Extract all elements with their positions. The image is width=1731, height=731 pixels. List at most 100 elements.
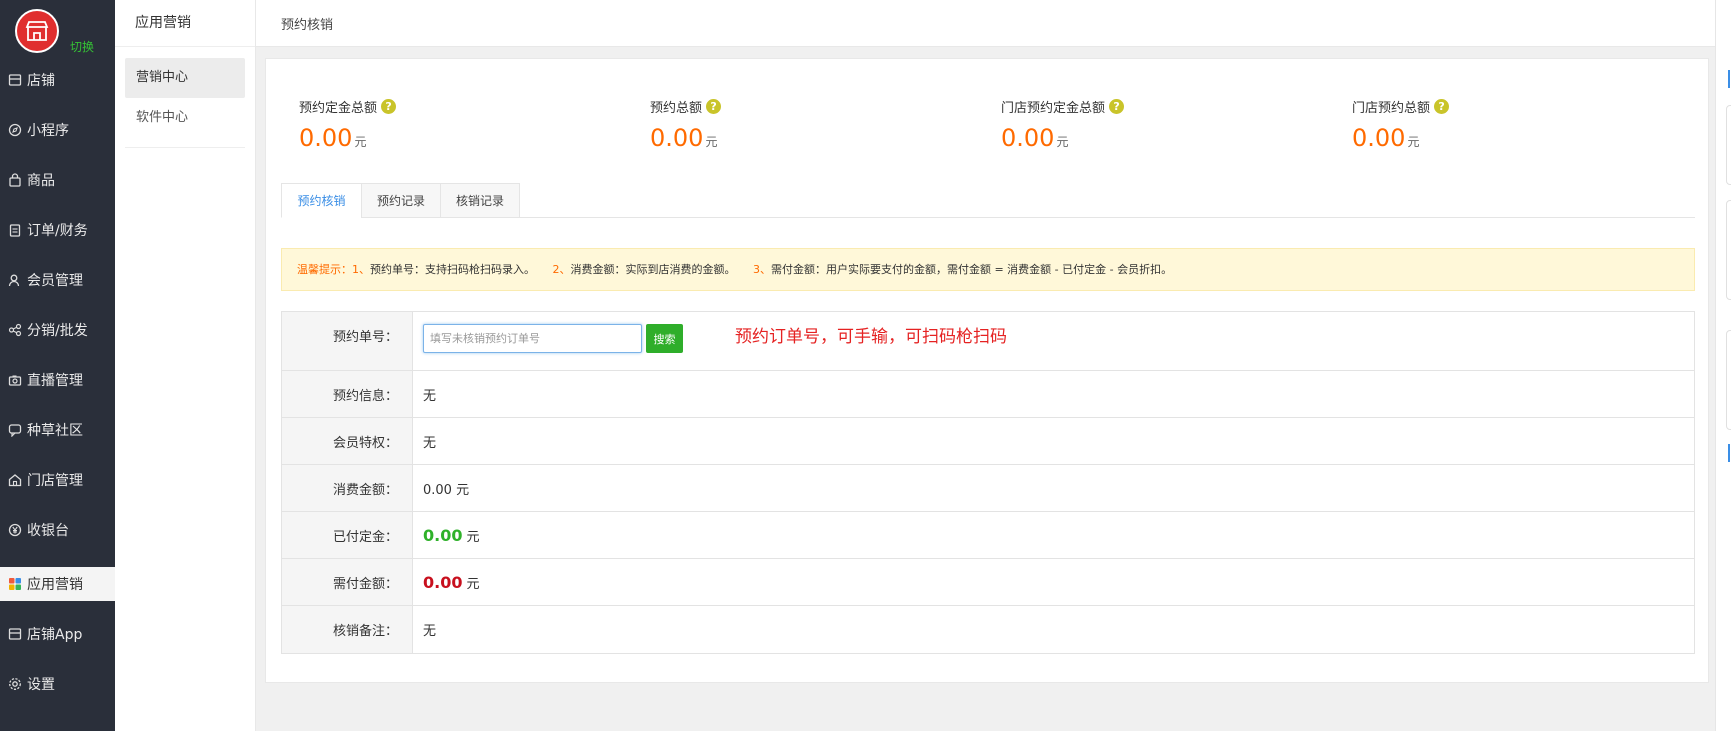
bag-icon (8, 173, 22, 187)
rail-marker (1728, 70, 1730, 88)
page-header: 预约核销 (256, 0, 1715, 47)
sidebar-item-live[interactable]: 直播管理 (0, 363, 115, 397)
sidebar-item-label: 收银台 (27, 523, 69, 539)
compass-icon (8, 123, 22, 137)
subnav-title: 应用营销 (115, 0, 255, 47)
apps-icon (8, 577, 22, 591)
sidebar-item-label: 种草社区 (27, 423, 83, 439)
form-row-due-amount: 需付金额： 0.00 元 (282, 559, 1694, 606)
stat-value: 0.00 (650, 124, 704, 152)
help-icon[interactable]: ? (1434, 99, 1450, 114)
sidebar-item-label: 店铺App (27, 627, 83, 643)
rail-marker (1728, 444, 1730, 462)
tab-reservation-records[interactable]: 预约记录 (361, 183, 441, 218)
stat-store-reservation-total: 门店预约总额 ? 0.00 元 (1352, 97, 1672, 152)
stat-unit: 元 (1056, 135, 1069, 149)
form-row-remark: 核销备注： 无 (282, 606, 1694, 653)
stat-deposit-total: 预约定金总额 ? 0.00 元 (299, 97, 619, 152)
sidebar-item-settings[interactable]: 设置 (0, 667, 115, 701)
field-value: 搜索 预约订单号，可手输，可扫码枪扫码 (413, 312, 1694, 370)
sidebar-item-distribution[interactable]: 分销/批发 (0, 313, 115, 347)
gear-icon (8, 677, 22, 691)
tip-number: 1、 (352, 263, 370, 276)
sidebar-item-members[interactable]: 会员管理 (0, 263, 115, 297)
form-row-paid-deposit: 已付定金： 0.00 元 (282, 512, 1694, 559)
stat-label: 门店预约总额 (1352, 101, 1431, 116)
stat-label-wrap: 门店预约总额 ? (1352, 97, 1672, 116)
field-label: 需付金额： (282, 559, 413, 605)
tab-verify-records[interactable]: 核销记录 (440, 183, 520, 218)
stat-label: 门店预约定金总额 (1001, 101, 1106, 116)
chat-icon (8, 423, 22, 437)
brand-area: 切换 (0, 0, 115, 62)
stat-label-wrap: 预约定金总额 ? (299, 97, 619, 116)
paid-deposit-value: 0.00 (423, 525, 463, 545)
switch-link[interactable]: 切换 (70, 38, 94, 55)
sidebar-item-label: 直播管理 (27, 373, 83, 389)
clipboard-icon (8, 223, 22, 237)
tip-text: 预约单号：支持扫码枪扫码录入。 (370, 263, 535, 276)
share-icon (8, 323, 22, 337)
annotation-text: 预约订单号，可手输，可扫码枪扫码 (735, 327, 1007, 347)
help-icon[interactable]: ? (381, 99, 397, 114)
rail-card[interactable] (1726, 330, 1731, 430)
help-icon[interactable]: ? (1109, 99, 1125, 114)
sidebar-item-marketing[interactable]: 应用营销 (0, 567, 115, 601)
tab-verify[interactable]: 预约核销 (281, 183, 362, 218)
sidebar-item-store[interactable]: 店铺 (0, 63, 115, 97)
field-value: 无 (423, 435, 437, 451)
sidebar-item-community[interactable]: 种草社区 (0, 413, 115, 447)
sidebar-item-store-app[interactable]: 店铺App (0, 617, 115, 651)
form-row-consume-amount: 消费金额： 0.00 元 (282, 465, 1694, 512)
sidebar-item-goods[interactable]: 商品 (0, 163, 115, 197)
form-row-reservation-info: 预约信息： 无 (282, 371, 1694, 418)
subnav-item-marketing-center[interactable]: 营销中心 (125, 58, 245, 98)
help-icon[interactable]: ? (706, 99, 722, 114)
rail-card[interactable] (1726, 105, 1731, 185)
field-value: 0.00 元 (423, 482, 470, 498)
sidebar-item-label: 小程序 (27, 123, 69, 139)
unit-label: 元 (466, 529, 480, 545)
yen-icon (8, 523, 22, 537)
stat-value: 0.00 (1001, 124, 1055, 152)
field-value: 无 (423, 388, 437, 404)
tab-bar: 预约核销 预约记录 核销记录 (281, 183, 1695, 218)
verify-form: 预约单号： 搜索 预约订单号，可手输，可扫码枪扫码 预约信息： 无 会员特权： … (281, 311, 1695, 654)
sidebar-item-stores[interactable]: 门店管理 (0, 463, 115, 497)
stat-label: 预约定金总额 (299, 101, 378, 116)
subnav-item-software-center[interactable]: 软件中心 (125, 98, 245, 138)
field-label: 会员特权： (282, 418, 413, 464)
stat-unit: 元 (354, 135, 367, 149)
sidebar-item-label: 应用营销 (27, 577, 83, 593)
tip-banner: 温馨提示：1、预约单号：支持扫码枪扫码录入。 2、消费金额：实际到店消费的金额。… (281, 248, 1695, 291)
stat-reservation-total: 预约总额 ? 0.00 元 (650, 97, 970, 152)
page-title: 预约核销 (281, 18, 334, 33)
sidebar-item-orders[interactable]: 订单/财务 (0, 213, 115, 247)
sidebar-item-cashier[interactable]: 收银台 (0, 513, 115, 547)
stat-unit: 元 (705, 135, 718, 149)
order-number-input[interactable] (423, 324, 642, 353)
camera-icon (8, 373, 22, 387)
field-label: 预约单号： (282, 312, 413, 370)
stat-value: 0.00 (1352, 124, 1406, 152)
stat-value-wrap: 0.00 元 (650, 124, 970, 152)
form-row-order-no: 预约单号： 搜索 预约订单号，可手输，可扫码枪扫码 (282, 312, 1694, 371)
rail-card[interactable] (1726, 200, 1731, 300)
search-button[interactable]: 搜索 (646, 324, 683, 353)
field-value: 0.00 元 (413, 512, 1694, 558)
right-rail (1715, 0, 1731, 731)
main-sidebar: 切换 店铺 小程序 商品 订单/财务 会员管理 分销/批发 直播管理 种草社区 … (0, 0, 115, 731)
due-amount-value: 0.00 (423, 572, 463, 592)
sidebar-item-miniprogram[interactable]: 小程序 (0, 113, 115, 147)
tip-text: 需付金额：用户实际要支付的金额，需付金额 = 消费金额 - 已付定金 - 会员折… (770, 263, 1173, 276)
unit-label: 元 (466, 576, 480, 592)
tip-number: 2、 (552, 263, 571, 276)
store-logo-icon[interactable] (15, 9, 59, 53)
sidebar-item-label: 店铺 (27, 73, 55, 89)
store-icon (8, 73, 22, 87)
sidebar-item-label: 商品 (27, 173, 55, 189)
field-label: 核销备注： (282, 606, 413, 653)
field-label: 预约信息： (282, 371, 413, 417)
user-icon (8, 273, 22, 287)
house-icon (8, 473, 22, 487)
